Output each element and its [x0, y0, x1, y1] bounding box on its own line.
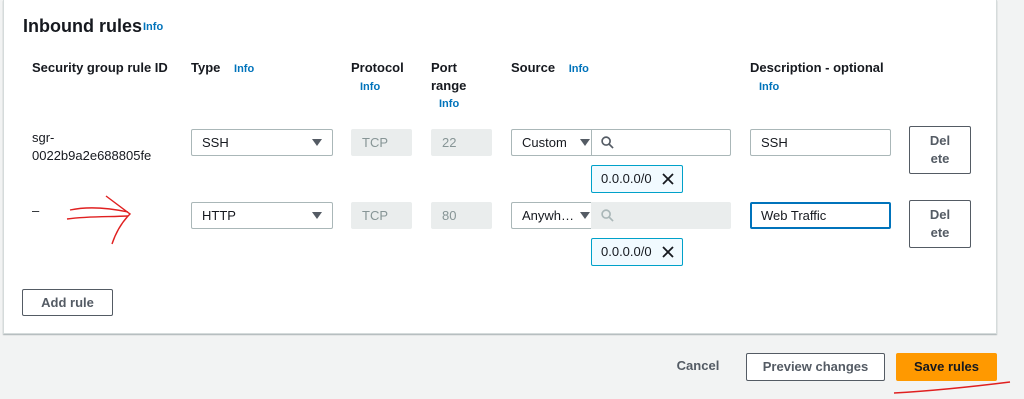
port-value: 22 [442, 135, 457, 150]
header-rule-id: Security group rule ID [32, 59, 168, 77]
search-icon [601, 136, 614, 149]
port-info-link[interactable]: Info [439, 95, 466, 113]
caret-down-icon [312, 212, 322, 219]
delete-label-2: ete [930, 151, 950, 166]
remove-token-icon[interactable] [661, 172, 675, 186]
red-underline-annotation [893, 381, 1011, 394]
description-info-link[interactable]: Info [759, 78, 884, 96]
header-protocol: Protocol Info [351, 59, 404, 96]
protocol-field: TCP [351, 129, 412, 156]
type-info-link[interactable]: Info [234, 63, 254, 75]
header-port-label-1: Port [431, 60, 457, 75]
type-select[interactable]: HTTP [191, 202, 333, 229]
header-description: Description - optional Info [750, 59, 884, 96]
panel-title: Inbound rules [23, 16, 142, 36]
caret-down-icon [580, 139, 590, 146]
type-value: SSH [202, 135, 229, 150]
header-source: Source Info [511, 59, 589, 78]
cidr-token-label: 0.0.0.0/0 [601, 244, 652, 259]
header-port-label-2: range [431, 78, 467, 93]
rule-id-line1: sgr- [32, 130, 55, 145]
rule-id-line1: – [32, 203, 40, 218]
delete-rule-button[interactable]: Del ete [909, 200, 971, 248]
protocol-value: TCP [362, 135, 388, 150]
description-value: SSH [761, 135, 788, 150]
port-range-field: 80 [431, 202, 492, 229]
source-info-link[interactable]: Info [569, 63, 589, 75]
protocol-value: TCP [362, 208, 388, 223]
source-search-input[interactable] [591, 129, 731, 156]
caret-down-icon [312, 139, 322, 146]
red-arrow-annotation [66, 195, 132, 245]
cidr-token: 0.0.0.0/0 [591, 238, 683, 266]
rule-id: sgr- 0022b9a2e688805fe [32, 129, 151, 165]
protocol-info-link[interactable]: Info [360, 78, 404, 96]
port-value: 80 [442, 208, 457, 223]
source-type-value: Anywh… [522, 208, 575, 223]
header-description-label: Description - optional [750, 60, 884, 75]
delete-rule-button[interactable]: Del ete [909, 126, 971, 174]
preview-changes-button[interactable]: Preview changes [746, 353, 885, 381]
source-type-select[interactable]: Anywh… [511, 202, 593, 229]
source-type-value: Custom [522, 135, 567, 150]
delete-label-1: Del [929, 207, 951, 222]
cidr-token: 0.0.0.0/0 [591, 165, 683, 193]
inbound-rules-panel: Inbound rules Info Security group rule I… [3, 0, 997, 334]
description-value: Web Traffic [761, 208, 827, 223]
source-search-input [591, 202, 731, 229]
remove-token-icon[interactable] [661, 245, 675, 259]
delete-label-2: ete [930, 225, 950, 240]
rule-id-line2: 0022b9a2e688805fe [32, 148, 152, 163]
header-type-label: Type [191, 60, 221, 75]
type-value: HTTP [202, 208, 236, 223]
caret-down-icon [580, 212, 590, 219]
protocol-field: TCP [351, 202, 412, 229]
cidr-token-label: 0.0.0.0/0 [601, 171, 652, 186]
header-protocol-label: Protocol [351, 60, 404, 75]
cancel-button[interactable]: Cancel [664, 353, 732, 381]
add-rule-button[interactable]: Add rule [22, 289, 113, 316]
port-range-field: 22 [431, 129, 492, 156]
description-input[interactable]: SSH [750, 129, 891, 156]
search-icon [601, 209, 614, 222]
source-type-select[interactable]: Custom [511, 129, 593, 156]
header-rule-id-label: Security group rule ID [32, 60, 168, 75]
header-type: Type Info [191, 59, 254, 78]
rule-id: – [32, 202, 39, 220]
delete-label-1: Del [929, 133, 951, 148]
description-input[interactable]: Web Traffic [750, 202, 891, 229]
title-info-link[interactable]: Info [143, 21, 163, 33]
header-source-label: Source [511, 60, 556, 75]
header-port-range: Port range Info [431, 59, 466, 113]
type-select[interactable]: SSH [191, 129, 333, 156]
